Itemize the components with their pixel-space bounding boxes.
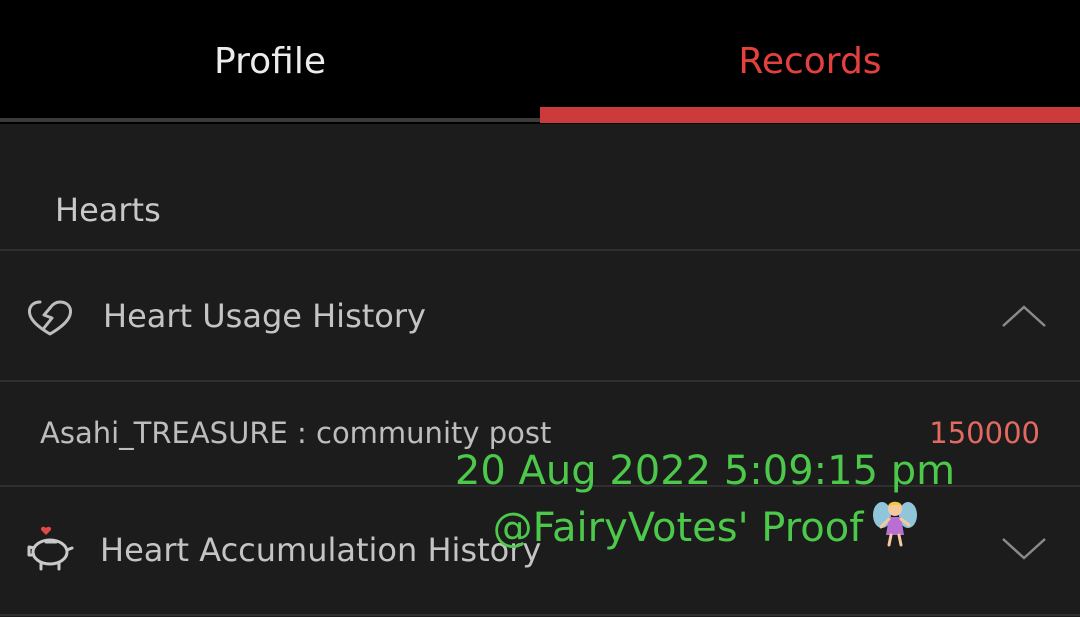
watermark-credit-text: @FairyVotes' Proof bbox=[492, 505, 864, 551]
watermark-credit: @FairyVotes' Proof bbox=[440, 497, 970, 554]
records-screen: Profile Records Hearts Heart Usage Histo… bbox=[0, 0, 1080, 617]
chevron-up-icon[interactable] bbox=[1000, 303, 1048, 329]
divider bbox=[0, 614, 1080, 616]
tab-records-label: Records bbox=[738, 41, 882, 82]
piggy-bank-icon bbox=[27, 526, 74, 571]
tab-inactive-underline bbox=[0, 118, 540, 122]
tab-profile[interactable]: Profile bbox=[0, 0, 540, 124]
section-title-hearts: Hearts bbox=[55, 191, 161, 229]
tab-active-indicator bbox=[540, 107, 1080, 123]
tab-profile-label: Profile bbox=[214, 41, 326, 82]
heart-outline-icon bbox=[28, 300, 72, 336]
proof-watermark: 20 Aug 2022 5:09:15 pm @FairyVotes' Proo… bbox=[440, 445, 970, 554]
tab-records[interactable]: Records bbox=[540, 0, 1080, 124]
fairy-emoji-icon bbox=[873, 501, 918, 547]
heart-usage-history-label: Heart Usage History bbox=[103, 297, 426, 335]
heart-usage-history-row[interactable]: Heart Usage History bbox=[0, 251, 1080, 381]
chevron-down-icon[interactable] bbox=[1000, 536, 1048, 562]
watermark-timestamp: 20 Aug 2022 5:09:15 pm bbox=[454, 448, 956, 494]
tab-bar: Profile Records bbox=[0, 0, 1080, 124]
divider bbox=[0, 380, 1080, 382]
